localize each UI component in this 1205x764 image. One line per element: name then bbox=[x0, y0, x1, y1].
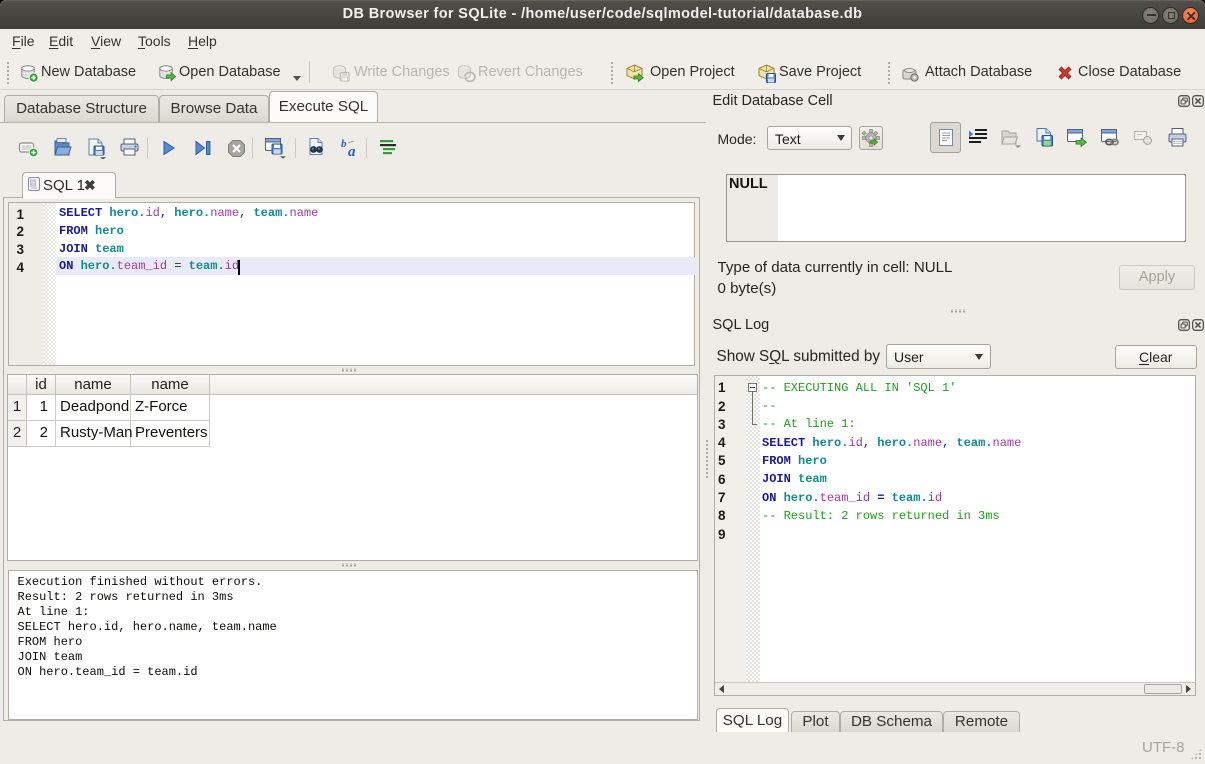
svg-text:b: b bbox=[341, 138, 347, 150]
svg-text:a: a bbox=[348, 144, 356, 159]
